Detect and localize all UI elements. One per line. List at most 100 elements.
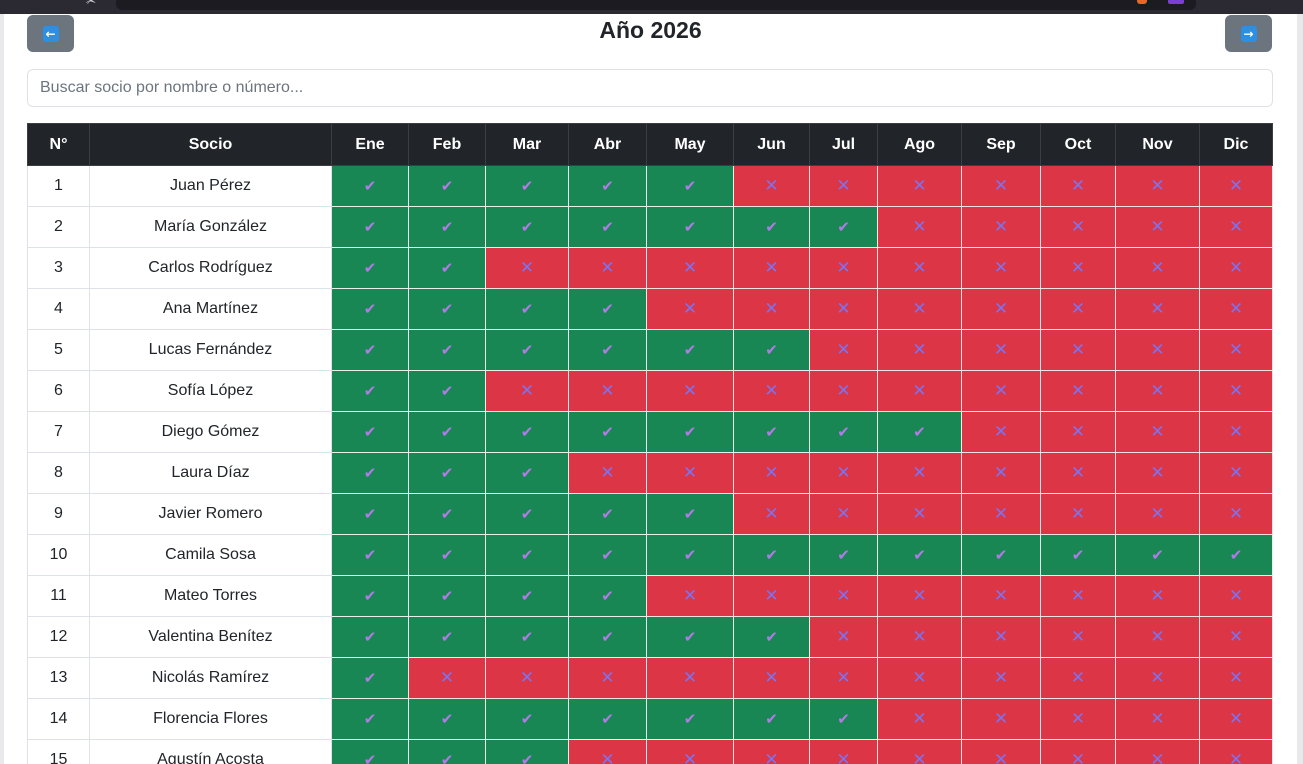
month-paid-cell[interactable] — [485, 206, 569, 248]
month-unpaid-cell[interactable] — [646, 288, 734, 330]
month-unpaid-cell[interactable] — [1040, 657, 1116, 699]
month-unpaid-cell[interactable] — [568, 657, 647, 699]
month-unpaid-cell[interactable] — [1040, 165, 1116, 207]
month-unpaid-cell[interactable] — [961, 247, 1041, 289]
month-paid-cell[interactable] — [331, 411, 409, 453]
month-paid-cell[interactable] — [568, 288, 647, 330]
month-paid-cell[interactable] — [568, 493, 647, 535]
month-paid-cell[interactable] — [331, 575, 409, 617]
month-paid-cell[interactable] — [485, 329, 569, 371]
month-paid-cell[interactable] — [809, 698, 878, 740]
month-unpaid-cell[interactable] — [809, 657, 878, 699]
month-paid-cell[interactable] — [408, 739, 486, 764]
month-paid-cell[interactable] — [408, 616, 486, 658]
month-unpaid-cell[interactable] — [877, 616, 962, 658]
month-unpaid-cell[interactable] — [1199, 206, 1273, 248]
month-paid-cell[interactable] — [1199, 534, 1273, 576]
month-unpaid-cell[interactable] — [1115, 411, 1200, 453]
month-paid-cell[interactable] — [733, 698, 810, 740]
month-unpaid-cell[interactable] — [1040, 739, 1116, 764]
month-paid-cell[interactable] — [809, 206, 878, 248]
month-paid-cell[interactable] — [568, 165, 647, 207]
month-paid-cell[interactable] — [331, 206, 409, 248]
month-paid-cell[interactable] — [331, 165, 409, 207]
month-paid-cell[interactable] — [568, 575, 647, 617]
month-unpaid-cell[interactable] — [1199, 616, 1273, 658]
search-input[interactable] — [27, 69, 1273, 107]
month-unpaid-cell[interactable] — [485, 247, 569, 289]
month-paid-cell[interactable] — [568, 698, 647, 740]
extension-icon[interactable] — [1168, 0, 1184, 4]
month-paid-cell[interactable] — [408, 206, 486, 248]
month-unpaid-cell[interactable] — [877, 165, 962, 207]
month-unpaid-cell[interactable] — [877, 493, 962, 535]
month-unpaid-cell[interactable] — [961, 411, 1041, 453]
month-unpaid-cell[interactable] — [1115, 452, 1200, 494]
month-unpaid-cell[interactable] — [961, 370, 1041, 412]
month-unpaid-cell[interactable] — [809, 370, 878, 412]
month-paid-cell[interactable] — [331, 493, 409, 535]
month-paid-cell[interactable] — [877, 534, 962, 576]
month-paid-cell[interactable] — [733, 206, 810, 248]
month-unpaid-cell[interactable] — [877, 370, 962, 412]
month-unpaid-cell[interactable] — [1199, 411, 1273, 453]
month-unpaid-cell[interactable] — [961, 329, 1041, 371]
month-paid-cell[interactable] — [646, 165, 734, 207]
month-unpaid-cell[interactable] — [1115, 698, 1200, 740]
month-paid-cell[interactable] — [485, 493, 569, 535]
month-unpaid-cell[interactable] — [809, 288, 878, 330]
month-unpaid-cell[interactable] — [408, 657, 486, 699]
month-unpaid-cell[interactable] — [485, 657, 569, 699]
month-unpaid-cell[interactable] — [1115, 247, 1200, 289]
month-unpaid-cell[interactable] — [1199, 452, 1273, 494]
month-paid-cell[interactable] — [408, 411, 486, 453]
month-paid-cell[interactable] — [568, 411, 647, 453]
month-unpaid-cell[interactable] — [1115, 575, 1200, 617]
month-unpaid-cell[interactable] — [961, 698, 1041, 740]
month-paid-cell[interactable] — [408, 165, 486, 207]
month-unpaid-cell[interactable] — [961, 493, 1041, 535]
month-unpaid-cell[interactable] — [1115, 657, 1200, 699]
month-unpaid-cell[interactable] — [961, 657, 1041, 699]
month-paid-cell[interactable] — [646, 329, 734, 371]
month-paid-cell[interactable] — [408, 370, 486, 412]
month-paid-cell[interactable] — [568, 329, 647, 371]
month-unpaid-cell[interactable] — [646, 247, 734, 289]
month-unpaid-cell[interactable] — [877, 206, 962, 248]
month-unpaid-cell[interactable] — [877, 575, 962, 617]
month-unpaid-cell[interactable] — [1040, 452, 1116, 494]
month-unpaid-cell[interactable] — [1040, 575, 1116, 617]
month-paid-cell[interactable] — [408, 493, 486, 535]
month-paid-cell[interactable] — [877, 411, 962, 453]
month-unpaid-cell[interactable] — [961, 616, 1041, 658]
month-paid-cell[interactable] — [331, 329, 409, 371]
month-paid-cell[interactable] — [331, 534, 409, 576]
month-unpaid-cell[interactable] — [646, 370, 734, 412]
month-unpaid-cell[interactable] — [1115, 493, 1200, 535]
month-paid-cell[interactable] — [331, 452, 409, 494]
month-paid-cell[interactable] — [646, 534, 734, 576]
month-unpaid-cell[interactable] — [1115, 616, 1200, 658]
month-paid-cell[interactable] — [1040, 534, 1116, 576]
month-paid-cell[interactable] — [568, 206, 647, 248]
month-unpaid-cell[interactable] — [1040, 206, 1116, 248]
month-paid-cell[interactable] — [331, 247, 409, 289]
month-unpaid-cell[interactable] — [1040, 247, 1116, 289]
month-paid-cell[interactable] — [646, 616, 734, 658]
month-unpaid-cell[interactable] — [1115, 329, 1200, 371]
month-paid-cell[interactable] — [331, 288, 409, 330]
month-unpaid-cell[interactable] — [1040, 288, 1116, 330]
month-unpaid-cell[interactable] — [1115, 165, 1200, 207]
month-paid-cell[interactable] — [568, 616, 647, 658]
month-unpaid-cell[interactable] — [961, 575, 1041, 617]
month-unpaid-cell[interactable] — [646, 575, 734, 617]
month-paid-cell[interactable] — [1115, 534, 1200, 576]
month-paid-cell[interactable] — [485, 288, 569, 330]
month-paid-cell[interactable] — [485, 739, 569, 764]
month-paid-cell[interactable] — [331, 370, 409, 412]
month-unpaid-cell[interactable] — [1115, 370, 1200, 412]
month-unpaid-cell[interactable] — [1199, 739, 1273, 764]
month-unpaid-cell[interactable] — [877, 698, 962, 740]
month-unpaid-cell[interactable] — [961, 739, 1041, 764]
month-paid-cell[interactable] — [408, 247, 486, 289]
